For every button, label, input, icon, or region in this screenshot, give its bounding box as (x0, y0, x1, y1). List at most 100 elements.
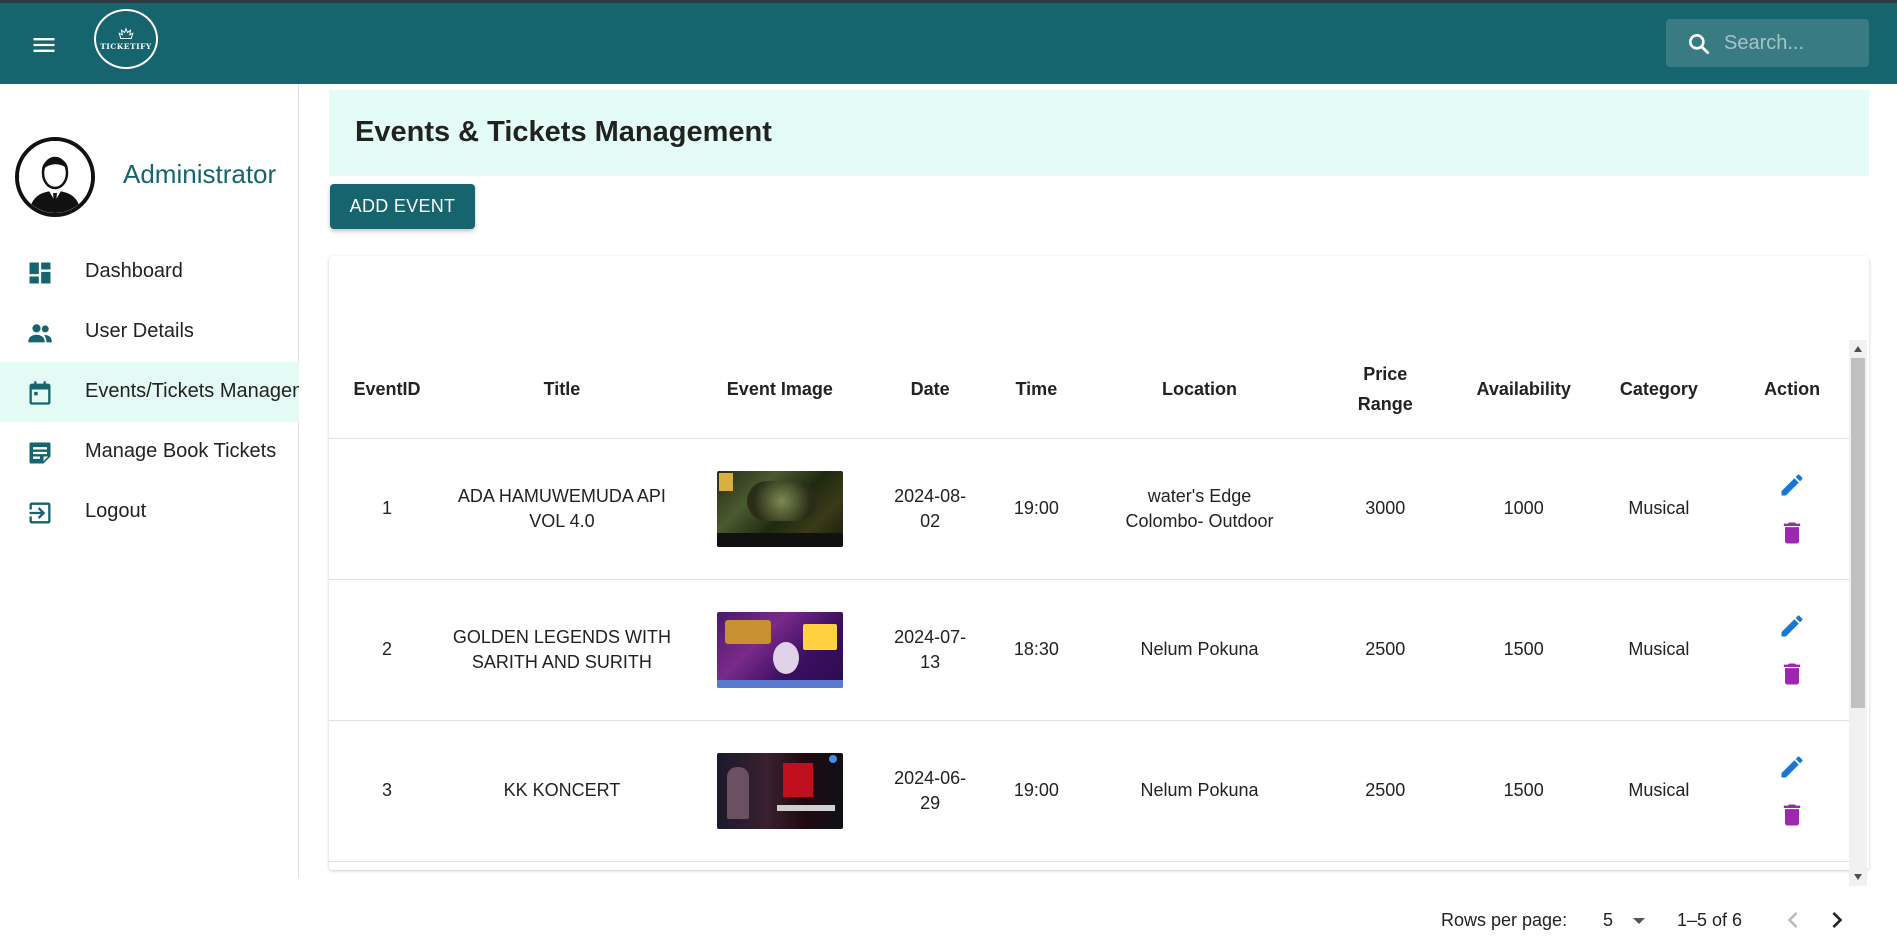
note-icon (26, 439, 54, 467)
column-header[interactable]: Date (880, 340, 980, 439)
sidebar-item-dashboard[interactable]: Dashboard (0, 242, 299, 302)
column-header[interactable]: Action (1735, 340, 1849, 439)
event-title-cell: ADA HAMUWEMUDA API VOL 4.0 (444, 438, 679, 580)
event-image-cell (678, 579, 881, 721)
sidebar-item-user-details[interactable]: User Details (0, 302, 299, 362)
add-event-button[interactable]: ADD EVENT (330, 184, 475, 229)
crown-icon (118, 27, 134, 39)
sidebar-item-logout[interactable]: Logout (0, 482, 299, 542)
delete-icon[interactable] (1778, 519, 1806, 547)
column-header[interactable]: Time (979, 340, 1094, 439)
poster-dot (828, 754, 837, 763)
poster-badge (718, 472, 733, 491)
edit-icon[interactable] (1778, 471, 1806, 499)
scroll-down-icon[interactable] (1854, 874, 1862, 880)
sidebar-item-label: Dashboard (85, 260, 183, 282)
event-date-cell: 2024-06-29 (880, 720, 980, 862)
calendar-icon (26, 379, 54, 407)
delete-icon[interactable] (1778, 660, 1806, 688)
menu-icon[interactable] (28, 31, 60, 59)
dashboard-icon (26, 259, 54, 287)
event-image-cell (678, 438, 881, 580)
poster-text-line (776, 804, 835, 811)
event-image[interactable] (716, 752, 843, 829)
poster-title-block (724, 619, 771, 644)
rows-per-page-value: 5 (1603, 910, 1614, 930)
pagination-range: 1–5 of 6 (1677, 910, 1743, 930)
chevron-right-icon (1832, 912, 1843, 928)
poster-number (772, 641, 799, 674)
poster-date-block (802, 623, 837, 650)
logout-icon (26, 499, 54, 527)
table-row: 3 KK KONCERT 2024-06-29 19:00 Nelum Poku… (329, 720, 1849, 862)
previous-page-button[interactable] (1777, 904, 1809, 936)
event-action-cell (1735, 579, 1849, 721)
logo-text: TICKETIFY (100, 42, 152, 51)
sidebar-item-label: Logout (85, 500, 147, 522)
search-input[interactable] (1724, 29, 1859, 57)
event-image[interactable] (716, 470, 843, 547)
poster-logo (782, 762, 813, 797)
edit-icon[interactable] (1778, 753, 1806, 781)
column-header[interactable]: Category (1582, 340, 1736, 439)
event-time-cell: 19:00 (979, 720, 1094, 862)
column-header[interactable]: Location (1093, 340, 1306, 439)
sidebar: Administrator Dashboard User Details Eve… (0, 84, 299, 878)
event-price-cell: 2500 (1305, 579, 1465, 721)
column-header[interactable]: Availability (1464, 340, 1583, 439)
column-header[interactable]: Event Image (678, 340, 881, 439)
event-availability-cell: 1000 (1464, 438, 1583, 580)
sidebar-item-events-tickets[interactable]: Events/Tickets Management (0, 362, 299, 422)
table-scroll-area[interactable]: EventID Title Event Image Date Time Loca… (329, 340, 1849, 886)
table-scrollbar[interactable] (1849, 340, 1867, 886)
table-pagination: Rows per page: 5 1–5 of 6 (329, 896, 1869, 944)
next-page-button[interactable] (1821, 904, 1853, 936)
table-row: 2 GOLDEN LEGENDS WITH SARITH AND SURITH … (329, 579, 1849, 721)
rows-per-page-select[interactable]: 5 (1597, 908, 1657, 934)
events-table-card: EventID Title Event Image Date Time Loca… (329, 256, 1869, 930)
rows-per-page-label: Rows per page: (1441, 910, 1568, 930)
profile: Administrator (15, 137, 295, 217)
scroll-up-icon[interactable] (1854, 346, 1862, 352)
event-price-cell: 3000 (1305, 438, 1465, 580)
event-image-cell (678, 720, 881, 862)
delete-icon[interactable] (1778, 801, 1806, 829)
main-content: Events & Tickets Management ADD EVENT Ev… (329, 84, 1869, 930)
edit-icon[interactable] (1778, 612, 1806, 640)
sidebar-item-label: User Details (85, 320, 194, 342)
event-title-cell: KK KONCERT (444, 720, 679, 862)
page-title: Events & Tickets Management (355, 116, 772, 148)
event-time-cell: 19:00 (979, 438, 1094, 580)
event-location-cell: Nelum Pokuna (1093, 579, 1306, 721)
page-header: Events & Tickets Management (329, 90, 1869, 176)
event-action-cell (1735, 438, 1849, 580)
event-date-cell: 2024-08-02 (880, 438, 980, 580)
event-location-cell: Nelum Pokuna (1093, 720, 1306, 862)
event-category-cell: Musical (1582, 720, 1736, 862)
event-id-cell: 2 (329, 579, 445, 721)
sidebar-item-manage-book-tickets[interactable]: Manage Book Tickets (0, 422, 299, 482)
search-icon (1689, 34, 1710, 55)
scrollbar-thumb[interactable] (1851, 358, 1865, 708)
event-category-cell: Musical (1582, 579, 1736, 721)
search-box[interactable] (1666, 19, 1869, 67)
poster-footer (716, 532, 843, 547)
user-avatar-icon (19, 141, 91, 213)
people-icon (26, 319, 54, 347)
sidebar-item-label: Manage Book Tickets (85, 440, 277, 462)
app-logo[interactable]: TICKETIFY (94, 9, 158, 69)
poster-figure (726, 766, 749, 819)
event-image[interactable] (716, 611, 843, 688)
table-row: 1 ADA HAMUWEMUDA API VOL 4.0 2024-08-02 … (329, 438, 1849, 580)
column-header[interactable]: Price Range (1305, 340, 1465, 439)
profile-name: Administrator (123, 159, 277, 189)
event-time-cell: 18:30 (979, 579, 1094, 721)
event-price-cell: 2500 (1305, 720, 1465, 862)
poster-footer (716, 679, 843, 688)
event-id-cell: 1 (329, 438, 445, 580)
event-availability-cell: 1500 (1464, 720, 1583, 862)
event-action-cell (1735, 720, 1849, 862)
column-header[interactable]: EventID (329, 340, 445, 439)
column-header[interactable]: Title (444, 340, 679, 439)
event-id-cell: 3 (329, 720, 445, 862)
